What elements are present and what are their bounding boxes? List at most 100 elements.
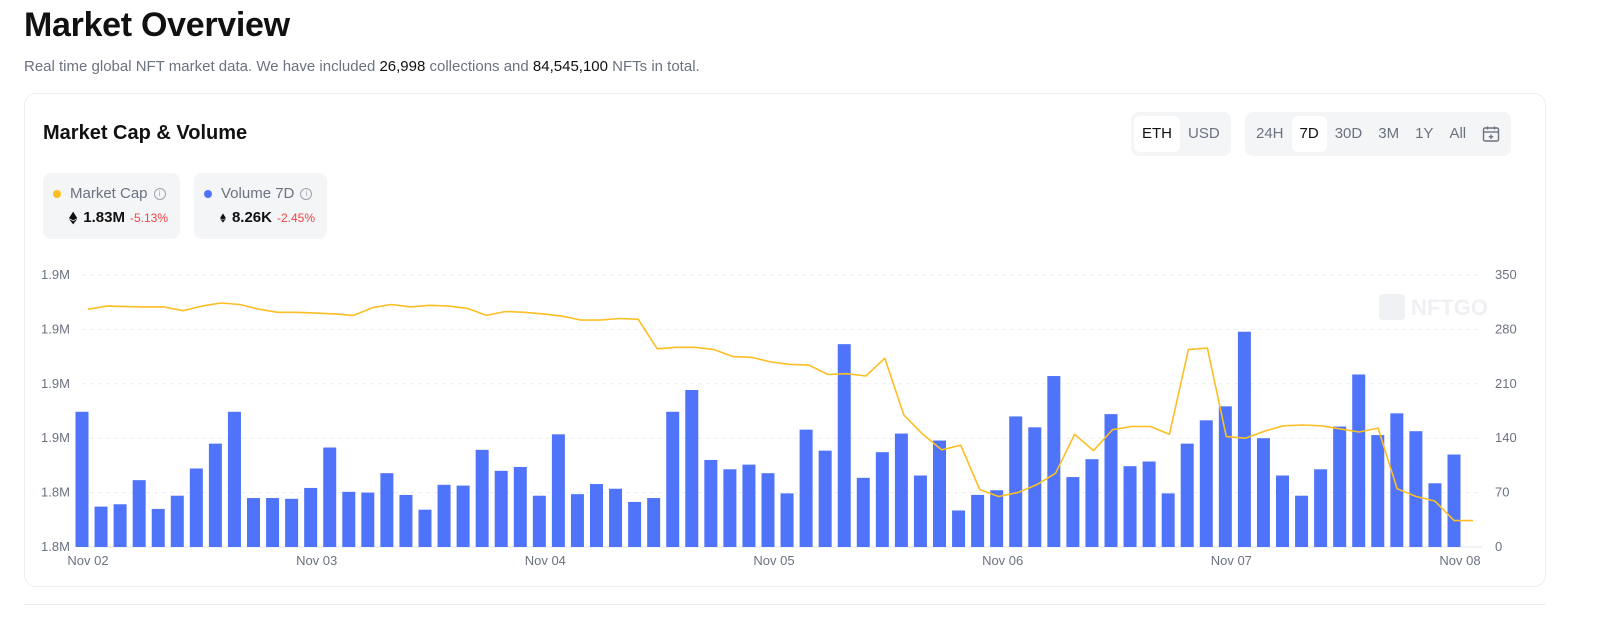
legend-volume-label: Volume 7D (221, 185, 295, 202)
volume-bar (227, 411, 241, 547)
y-left-tick-label: 1.9M (41, 267, 70, 282)
range-7d-button[interactable]: 7D (1291, 116, 1327, 152)
volume-bar (799, 429, 813, 547)
volume-bar (856, 477, 870, 547)
x-tick-label: Nov 02 (67, 553, 108, 568)
y-right-tick-label: 140 (1495, 430, 1517, 445)
page-subtitle: Real time global NFT market data. We hav… (24, 58, 700, 75)
volume-bar (1218, 406, 1232, 547)
volume-bar (761, 473, 775, 547)
volume-bar (1390, 413, 1404, 547)
volume-bar (1161, 493, 1175, 547)
volume-bar (151, 508, 165, 547)
volume-dot (204, 189, 212, 198)
volume-bar (1371, 435, 1385, 547)
volume-bar (1256, 438, 1270, 547)
volume-bar (189, 468, 203, 547)
card-title: Market Cap & Volume (43, 122, 248, 144)
volume-bar (1066, 477, 1080, 547)
volume-bar (590, 484, 603, 547)
range-all-button[interactable]: All (1441, 116, 1474, 152)
volume-bar (1104, 414, 1118, 547)
y-right-tick-label: 280 (1495, 321, 1517, 336)
y-right-tick-label: 0 (1495, 539, 1502, 554)
chart: NFTGO 1.8M 1.8M 1.9M 1.9M 1.9M 1.9M 0 70 140 210 28… (41, 267, 1517, 568)
volume-bar (113, 504, 127, 547)
volume-bar (399, 494, 413, 547)
market-cap-volume-card: NFTGO 1.8M 1.8M 1.9M 1.9M 1.9M 1.9M 0 70 140 210 28… (24, 93, 1546, 587)
volume-bar (609, 488, 623, 547)
watermark-icon (1379, 294, 1405, 320)
volume-bar (285, 498, 299, 547)
legend-volume[interactable]: Volume 7D i 8.26K -2.45% (194, 173, 327, 239)
volume-bar (247, 498, 260, 547)
range-24h-button[interactable]: 24H (1248, 116, 1292, 152)
volume-bar (990, 490, 1004, 547)
eth-icon (69, 211, 78, 224)
info-icon[interactable]: i (153, 187, 166, 200)
collections-count: 26,998 (379, 58, 426, 75)
volume-bar (208, 443, 222, 547)
volume-bar (685, 390, 699, 547)
currency-usd-button[interactable]: USD (1180, 116, 1228, 152)
market-cap-change: -5.13% (129, 210, 168, 225)
volume-bar (894, 433, 908, 547)
volume-bar (1180, 443, 1194, 547)
volume-bar (971, 494, 985, 547)
volume-bar (666, 411, 680, 547)
volume-bar (875, 452, 889, 547)
volume-bar (323, 447, 337, 547)
volume-bar (361, 492, 375, 547)
legend-market-cap-label: Market Cap (70, 185, 148, 202)
y-left-tick-label: 1.9M (41, 321, 70, 336)
volume-bar (1428, 483, 1442, 547)
volume-bar (818, 450, 832, 547)
volume-bar (570, 494, 584, 547)
volume-bar (1047, 376, 1061, 547)
volume-bar (132, 480, 146, 547)
volume-bar (628, 501, 642, 547)
volume-bar (1409, 431, 1423, 547)
volume-bar (742, 464, 756, 547)
volume-bar (456, 485, 470, 547)
page-title: Market Overview (24, 6, 290, 44)
watermark-logo: NFTGO (1379, 294, 1488, 320)
volume-bar (1123, 466, 1137, 547)
y-left-tick-label: 1.8M (41, 485, 70, 500)
volume-bar (1314, 469, 1328, 547)
volume-bar (475, 449, 489, 547)
volume-bar (1009, 416, 1023, 547)
volume-bar (723, 469, 737, 547)
divider (24, 604, 1546, 605)
range-30d-button[interactable]: 30D (1327, 116, 1371, 152)
x-tick-label: Nov 07 (1211, 553, 1252, 568)
volume-bar (1276, 475, 1289, 547)
volume-bar (170, 495, 184, 547)
volume-bar (380, 473, 394, 547)
subtitle-pre: Real time global NFT market data. We hav… (24, 58, 380, 75)
volume-bar (551, 434, 565, 547)
range-3m-button[interactable]: 3M (1370, 116, 1407, 152)
y-left-tick-label: 1.9M (41, 376, 70, 391)
y-left-tick-label: 1.8M (41, 539, 70, 554)
legend-market-cap[interactable]: Market Cap i 1.83M -5.13% (43, 173, 180, 239)
volume-bar (532, 495, 546, 547)
currency-toggle: ETH USD (1131, 112, 1231, 156)
x-tick-label: Nov 04 (525, 553, 566, 568)
volume-bar (952, 510, 966, 547)
calendar-icon[interactable] (1474, 116, 1508, 152)
volume-bar (1142, 461, 1156, 547)
market-cap-value: 1.83M (83, 209, 125, 226)
info-icon[interactable]: i (300, 187, 313, 200)
volume-bar (342, 491, 356, 547)
volume-bar (647, 498, 661, 547)
market-cap-dot (53, 189, 61, 198)
nfts-count: 84,545,100 (532, 58, 608, 75)
time-range-toggle: 24H 7D 30D 3M 1Y All (1245, 112, 1512, 156)
range-1y-button[interactable]: 1Y (1407, 116, 1441, 152)
volume-bar (1333, 426, 1347, 547)
volume-bar (933, 440, 946, 547)
currency-eth-button[interactable]: ETH (1134, 116, 1180, 152)
volume-bar (780, 493, 794, 547)
volume-bar (75, 411, 89, 547)
